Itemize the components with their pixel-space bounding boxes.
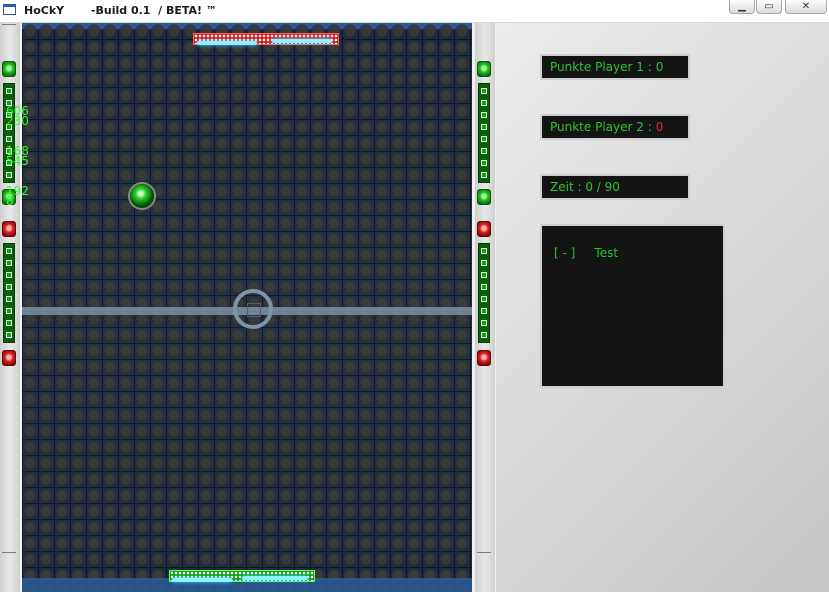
player2-score-label: Punkte Player 2 :: [550, 120, 652, 134]
player2-score-box: Punkte Player 2 :0: [540, 114, 690, 140]
meter-segment: [481, 332, 487, 338]
player1-green-button-top[interactable]: [2, 61, 16, 77]
strip-divider: [2, 24, 16, 25]
meter-segment: [481, 148, 487, 154]
player1-red-button-top[interactable]: [2, 221, 16, 237]
puck: [130, 184, 154, 208]
meter-segment: [481, 272, 487, 278]
meter-segment: [6, 172, 12, 178]
meter-segment: [6, 260, 12, 266]
minimize-icon: ▁: [738, 1, 746, 12]
meter-segment: [6, 284, 12, 290]
paddle-spark: [197, 41, 257, 45]
meter-segment: [481, 88, 487, 94]
player1-score-box: Punkte Player 1 :0: [540, 54, 690, 80]
close-icon: ✕: [801, 1, 811, 12]
time-label: Zeit : 0 / 90: [550, 180, 620, 194]
maximize-icon: ▭: [764, 1, 774, 12]
meter-segment: [6, 248, 12, 254]
player1-red-button-bottom[interactable]: [2, 350, 16, 366]
meter-segment: [481, 296, 487, 302]
player1-power-meter: [3, 83, 15, 183]
paddle-spark: [242, 576, 308, 580]
title-bar: HoCkY -Build 0.1 / BETA! ™ ▁ ▭ ✕: [0, 0, 829, 23]
strip-divider: [477, 552, 491, 553]
meter-segment: [6, 88, 12, 94]
player2-score-value: 0: [655, 120, 664, 134]
close-button[interactable]: ✕: [785, 0, 827, 14]
debug-readout-6: 8: [6, 194, 14, 208]
debug-readout-2: 230: [6, 114, 29, 128]
meter-segment: [6, 272, 12, 278]
player2-red-button-bottom[interactable]: [477, 350, 491, 366]
message-log: [ - ] Test: [540, 224, 725, 388]
paddle-spark: [172, 578, 232, 582]
debug-readout-4: 545: [6, 154, 29, 168]
meter-segment: [481, 160, 487, 166]
log-message: Test: [594, 246, 619, 260]
meter-segment: [6, 308, 12, 314]
strip-divider: [2, 552, 16, 553]
meter-segment: [481, 100, 487, 106]
meter-segment: [481, 172, 487, 178]
maximize-button[interactable]: ▭: [756, 0, 782, 14]
player1-secondary-meter: [3, 243, 15, 343]
meter-segment: [6, 136, 12, 142]
meter-segment: [481, 320, 487, 326]
player2-red-button-top[interactable]: [477, 221, 491, 237]
app-icon: [3, 4, 16, 15]
paddle-spark: [272, 39, 332, 43]
player2-power-meter: [478, 83, 490, 183]
meter-segment: [481, 260, 487, 266]
meter-segment: [481, 284, 487, 290]
meter-segment: [481, 248, 487, 254]
game-board[interactable]: [22, 23, 472, 592]
right-control-strip: [475, 23, 495, 592]
player2-green-button-bottom[interactable]: [477, 189, 491, 205]
meter-segment: [6, 296, 12, 302]
player1-score-label: Punkte Player 1 :: [550, 60, 652, 74]
log-entry: [ - ] Test: [554, 246, 618, 260]
minimize-button[interactable]: ▁: [729, 0, 755, 14]
meter-segment: [481, 136, 487, 142]
window-title: HoCkY -Build 0.1 / BETA! ™: [24, 4, 217, 17]
center-circle: [233, 289, 273, 329]
meter-segment: [481, 308, 487, 314]
meter-segment: [481, 124, 487, 130]
player2-secondary-meter: [478, 243, 490, 343]
meter-segment: [6, 320, 12, 326]
time-box: Zeit : 0 / 90: [540, 174, 690, 200]
log-prefix: [ - ]: [554, 246, 576, 260]
player2-green-button-top[interactable]: [477, 61, 491, 77]
player1-score-value: 0: [655, 60, 664, 74]
meter-segment: [481, 112, 487, 118]
meter-segment: [6, 332, 12, 338]
